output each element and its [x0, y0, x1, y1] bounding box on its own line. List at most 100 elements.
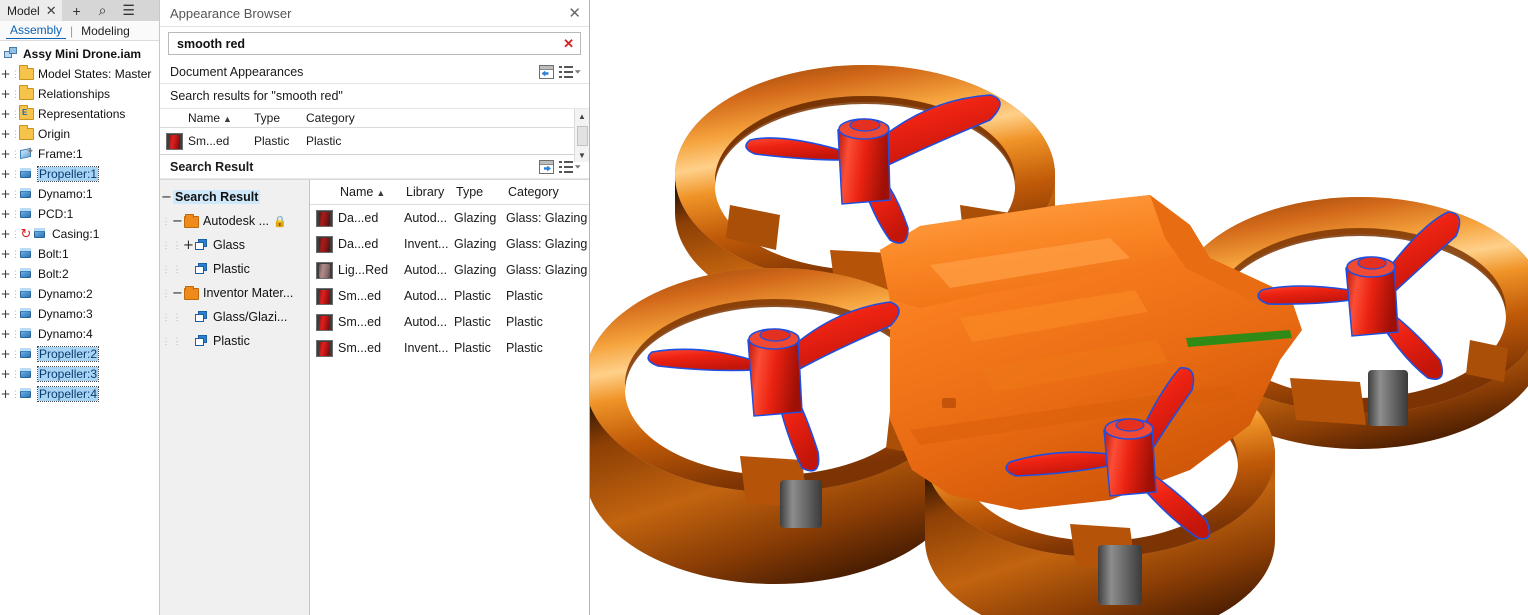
appearance-library-tree[interactable]: − Search Result ⋮ − Autodesk ... 🔒 ⋮ ⋮ + Glass ⋮ ⋮ P… [160, 180, 310, 615]
appearance-tree-item[interactable]: ⋮ ⋮ Plastic [160, 329, 309, 353]
col-name[interactable]: Name ▲ [340, 185, 406, 199]
scroll-up-icon[interactable]: ▲ [575, 109, 590, 123]
expander-icon[interactable]: + [0, 208, 11, 220]
model-tree-item[interactable]: + ⋮ Relationships [0, 84, 159, 104]
scroll-down-icon[interactable]: ▼ [575, 148, 590, 162]
tab-model[interactable]: Model ✕ [0, 0, 62, 21]
model-tree-item[interactable]: + ⋮ ↻ Casing:1 [0, 224, 159, 244]
part-icon [33, 227, 49, 241]
model-tree-item[interactable]: +⋮ Representations [0, 104, 159, 124]
show-panel-icon[interactable] [535, 62, 557, 82]
model-tree-item[interactable]: + ⋮ Propeller:1 [0, 164, 159, 184]
model-tree-item[interactable]: + ⋮ ✦ Frame:1 [0, 144, 159, 164]
doc-col-category[interactable]: Category [306, 111, 589, 125]
model-tree-item[interactable]: + ⋮ Model States: Master [0, 64, 159, 84]
model-tree-item[interactable]: + ⋮ Origin [0, 124, 159, 144]
doc-col-type[interactable]: Type [254, 111, 306, 125]
appearance-name: Sm...ed [338, 315, 382, 329]
subtab-modeling[interactable]: Modeling [77, 24, 134, 38]
expander-icon[interactable]: + [0, 188, 11, 200]
expander-icon[interactable]: + [0, 168, 11, 180]
appearance-tree-item[interactable]: ⋮ − Inventor Mater... [160, 281, 309, 305]
document-list-scrollbar[interactable]: ▲ ▼ [574, 109, 589, 162]
model-tree-item[interactable]: + ⋮ Dynamo:2 [0, 284, 159, 304]
menu-icon[interactable]: ☰ [116, 0, 142, 21]
library-icon [195, 311, 209, 323]
expander-icon[interactable]: − [160, 191, 173, 204]
appearance-tree-item[interactable]: − Search Result [160, 185, 309, 209]
model-tree-item[interactable]: Assy Mini Drone.iam [0, 44, 159, 64]
expander-icon[interactable]: + [0, 68, 11, 80]
expander-icon[interactable]: + [0, 348, 11, 360]
appearance-search-box[interactable]: ✕ [168, 32, 581, 55]
doc-col-name[interactable]: Name ▲ [188, 111, 254, 125]
col-type[interactable]: Type [456, 185, 508, 199]
expander-icon[interactable]: + [0, 268, 11, 280]
model-tree-item[interactable]: + ⋮ Bolt:1 [0, 244, 159, 264]
model-tree-item[interactable]: + ⋮ Dynamo:4 [0, 324, 159, 344]
appearance-tree-item-label: Glass [213, 238, 245, 252]
expander-icon[interactable]: + [0, 128, 11, 140]
clear-search-icon[interactable]: ✕ [563, 37, 574, 50]
tree-guide: ⋮ [172, 263, 182, 274]
appearance-result-row[interactable]: Sm...ed Autod... Plastic Plastic [310, 283, 589, 309]
search-icon[interactable]: ⌕ [90, 0, 116, 21]
appearance-type: Plastic [454, 315, 491, 329]
expander-icon[interactable]: + [0, 288, 11, 300]
expander-icon[interactable]: + [0, 88, 11, 100]
expander-icon[interactable]: + [0, 108, 11, 120]
appearance-category: Plastic [506, 289, 543, 303]
tree-guide: ⋮ [11, 388, 19, 399]
view-options-icon[interactable] [559, 62, 581, 82]
subtab-assembly[interactable]: Assembly [6, 23, 67, 39]
list-glyph-2 [559, 160, 573, 173]
appearance-tree-item[interactable]: ⋮ ⋮ Plastic [160, 257, 309, 281]
chevron-down-icon [574, 70, 581, 74]
expander-icon[interactable]: − [171, 215, 184, 228]
expander-icon[interactable]: + [0, 388, 11, 400]
document-list-rows[interactable]: Sm...ed Plastic Plastic [160, 128, 589, 154]
landing-leg-front-right [1098, 545, 1142, 605]
col-library[interactable]: Library [406, 185, 456, 199]
appearance-tree-item[interactable]: ⋮ − Autodesk ... 🔒 [160, 209, 309, 233]
model-tree-item[interactable]: + ⋮ Bolt:2 [0, 264, 159, 284]
3d-viewport[interactable] [590, 0, 1528, 615]
document-appearance-row[interactable]: Sm...ed Plastic Plastic [160, 128, 589, 154]
expander-icon[interactable]: + [0, 228, 11, 240]
appearance-search-wrap: ✕ [160, 27, 589, 60]
appearance-result-row[interactable]: Sm...ed Autod... Plastic Plastic [310, 309, 589, 335]
expander-icon[interactable]: + [0, 368, 11, 380]
search-input[interactable] [175, 35, 564, 52]
close-icon[interactable]: ✕ [46, 4, 57, 17]
appearance-result-row[interactable]: Sm...ed Invent... Plastic Plastic [310, 335, 589, 361]
add-icon[interactable]: + [64, 0, 90, 21]
scrollbar-thumb[interactable] [576, 125, 588, 146]
tree-guide: ⋮ [11, 368, 19, 379]
model-tree-item[interactable]: + ⋮ Dynamo:1 [0, 184, 159, 204]
appearance-result-row[interactable]: Da...ed Autod... Glazing Glass: Glazing [310, 205, 589, 231]
model-tree-item[interactable]: + ⋮ Propeller:3 [0, 364, 159, 384]
results-table-rows[interactable]: Da...ed Autod... Glazing Glass: Glazing Da..… [310, 205, 589, 361]
appearance-library: Invent... [404, 341, 449, 355]
col-category[interactable]: Category [508, 185, 589, 199]
landing-leg-rear-right [1368, 370, 1408, 426]
appearance-result-row[interactable]: Da...ed Invent... Glazing Glass: Glazing [310, 231, 589, 257]
show-panel-icon-2[interactable] [535, 157, 557, 177]
expander-icon[interactable]: + [0, 328, 11, 340]
appearance-result-row[interactable]: Lig...Red Autod... Glazing Glass: Glazing [310, 257, 589, 283]
expander-icon[interactable]: + [0, 148, 11, 160]
expander-icon[interactable]: + [0, 248, 11, 260]
close-icon[interactable]: ✕ [568, 6, 581, 21]
model-tree-item[interactable]: + ⋮ Propeller:2 [0, 344, 159, 364]
appearance-tree-item[interactable]: ⋮ ⋮ + Glass [160, 233, 309, 257]
appearance-tree-item[interactable]: ⋮ ⋮ Glass/Glazi... [160, 305, 309, 329]
expander-icon[interactable]: + [182, 239, 195, 252]
model-tree-item[interactable]: + ⋮ Dynamo:3 [0, 304, 159, 324]
tree-guide: ⋮ [11, 168, 19, 179]
model-tree-item[interactable]: + ⋮ Propeller:4 [0, 384, 159, 404]
expander-icon[interactable]: − [171, 287, 184, 300]
model-tree[interactable]: Assy Mini Drone.iam + ⋮ Model States: Maste… [0, 41, 159, 615]
expander-icon[interactable]: + [0, 308, 11, 320]
tree-guide: ⋮ [172, 311, 182, 322]
model-tree-item[interactable]: + ⋮ PCD:1 [0, 204, 159, 224]
